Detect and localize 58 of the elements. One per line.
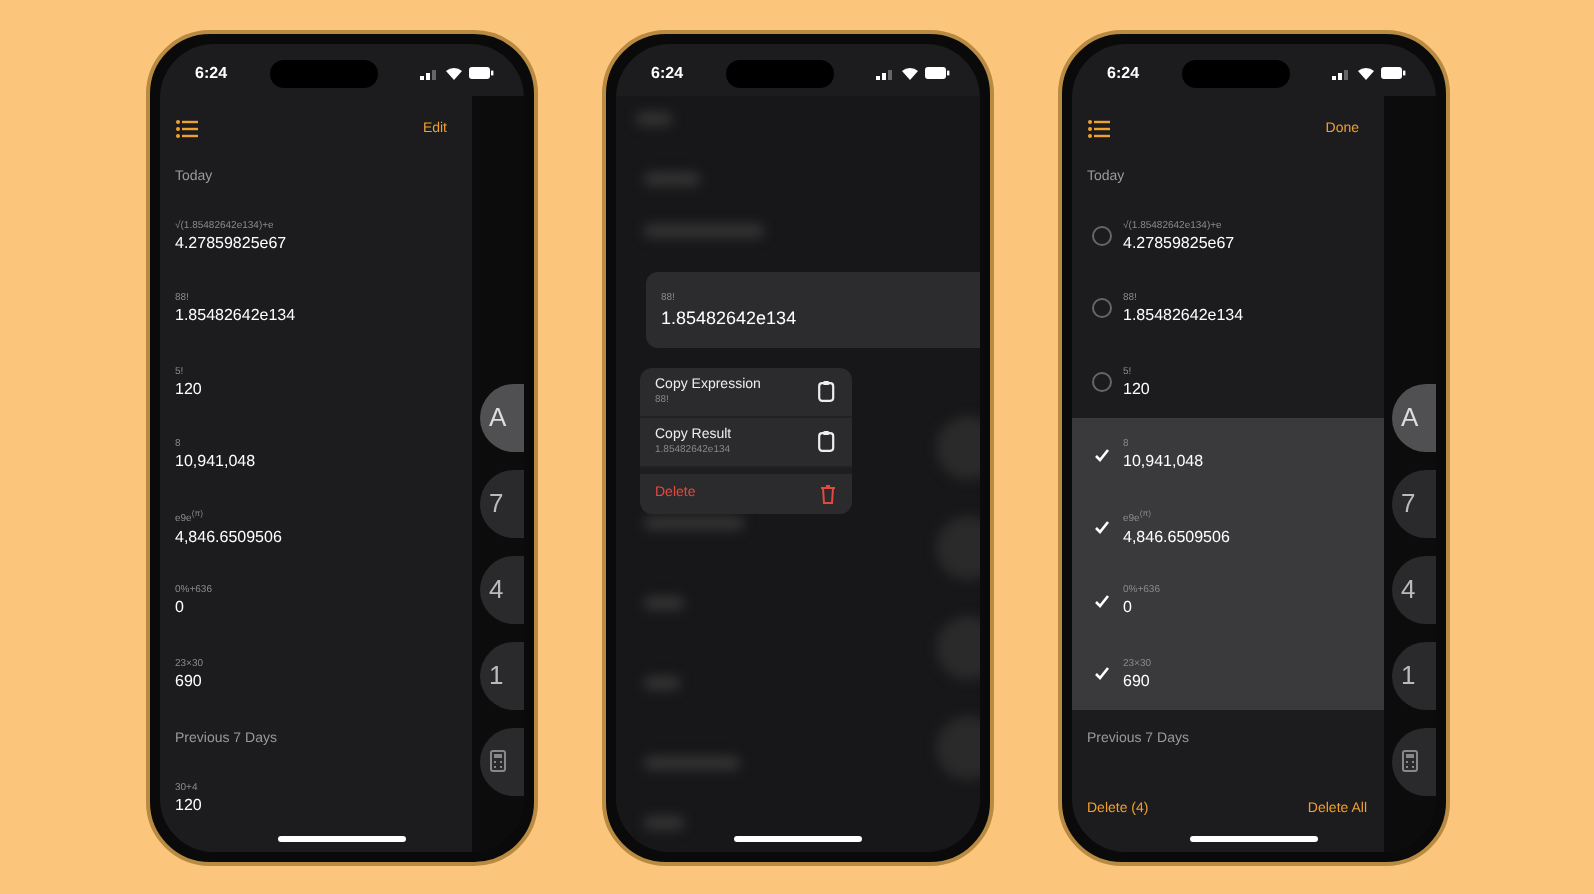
status-time: 6:24 <box>195 64 228 82</box>
battery-icon <box>924 66 951 80</box>
battery-icon <box>1380 66 1407 80</box>
signal-icon <box>1332 66 1353 80</box>
keypad-key[interactable]: 4 <box>479 555 523 623</box>
result-text: 4.27859825e67 <box>1123 233 1235 252</box>
clipboard-icon <box>817 430 835 452</box>
result-text: 690 <box>1123 671 1152 690</box>
calculator-key[interactable] <box>479 727 523 795</box>
result-text: 120 <box>175 796 202 815</box>
wifi-icon <box>900 66 921 80</box>
status-time: 6:24 <box>1107 64 1140 82</box>
result-text: 10,941,048 <box>175 452 256 471</box>
result-text: 0 <box>175 598 186 617</box>
result-text: 1.85482642e134 <box>1123 306 1244 325</box>
list-icon[interactable] <box>175 120 197 138</box>
checkmark-icon <box>1093 666 1109 681</box>
signal-icon <box>876 66 897 80</box>
calculator-icon <box>489 750 505 772</box>
result-text: 1.85482642e134 <box>175 306 296 325</box>
calculator-icon <box>1401 750 1417 772</box>
checkmark-icon <box>1093 447 1109 462</box>
status-time: 6:24 <box>651 64 684 82</box>
dynamic-island <box>1182 59 1290 87</box>
select-circle[interactable] <box>1091 298 1111 319</box>
wifi-icon <box>444 66 465 80</box>
clipboard-icon <box>817 380 835 402</box>
keypad-key[interactable]: 1 <box>479 641 523 709</box>
home-indicator <box>733 835 861 841</box>
wifi-icon <box>1356 66 1377 80</box>
dynamic-island <box>726 59 834 87</box>
checkmark-icon <box>1093 593 1109 608</box>
home-indicator <box>277 835 405 841</box>
select-circle[interactable] <box>1091 371 1111 392</box>
result-text: 120 <box>175 379 202 398</box>
result-text: 120 <box>1123 379 1150 398</box>
trash-icon <box>819 483 835 503</box>
result-text: 4,846.6509506 <box>175 528 282 547</box>
result-text: 4.27859825e67 <box>175 233 287 252</box>
keypad-key[interactable]: A <box>479 383 523 451</box>
keypad-key[interactable]: A <box>1391 383 1435 451</box>
dynamic-island <box>270 59 378 87</box>
result-text: 10,941,048 <box>1123 452 1204 471</box>
result-text: 1.85482642e134 <box>661 307 799 327</box>
keypad-key[interactable]: 4 <box>1391 555 1435 623</box>
result-text: 690 <box>175 671 204 690</box>
keypad-key[interactable]: 7 <box>479 469 523 537</box>
result-text: 0 <box>1123 598 1134 617</box>
checkmark-icon <box>1093 520 1109 535</box>
list-icon[interactable] <box>1087 120 1109 138</box>
calculator-key[interactable] <box>1391 727 1435 795</box>
keypad-key[interactable]: 7 <box>1391 469 1435 537</box>
signal-icon <box>420 66 441 80</box>
keypad-key[interactable]: 1 <box>1391 641 1435 709</box>
battery-icon <box>468 66 495 80</box>
result-text: 4,846.6509506 <box>1123 528 1230 547</box>
home-indicator <box>1189 835 1317 841</box>
select-circle[interactable] <box>1091 225 1111 246</box>
